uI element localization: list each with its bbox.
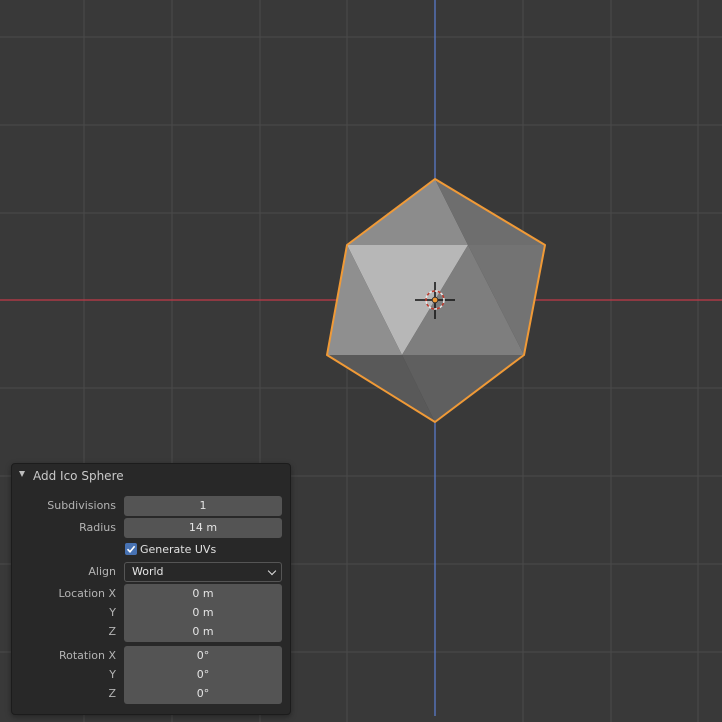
- rotation-z-field[interactable]: 0°: [124, 684, 282, 704]
- location-x-field[interactable]: 0 m: [124, 584, 282, 604]
- panel-title: Add Ico Sphere: [33, 469, 124, 483]
- align-dropdown[interactable]: World: [124, 562, 282, 582]
- align-value: World: [132, 565, 164, 578]
- rotation-y-label: Y: [109, 668, 116, 681]
- rotation-y-row: Y 0°: [12, 665, 290, 685]
- generate-uvs-label: Generate UVs: [140, 543, 217, 556]
- location-y-label: Y: [109, 606, 116, 619]
- rotation-x-label: Rotation X: [58, 649, 116, 662]
- generate-uvs-row: Generate UVs: [12, 540, 290, 560]
- subdivisions-field[interactable]: 1: [124, 496, 282, 516]
- rotation-x-row: Rotation X 0°: [12, 646, 290, 666]
- operator-panel-add-ico-sphere[interactable]: Add Ico Sphere Subdivisions 1 Radius 14 …: [11, 463, 291, 715]
- chevron-down-icon: [267, 566, 277, 576]
- radius-label: Radius: [79, 521, 116, 534]
- location-x-row: Location X 0 m: [12, 584, 290, 604]
- rotation-y-field[interactable]: 0°: [124, 665, 282, 685]
- rotation-z-label: Z: [108, 687, 116, 700]
- subdivisions-row: Subdivisions 1: [12, 496, 290, 516]
- align-row: Align World: [12, 562, 290, 582]
- subdivisions-label: Subdivisions: [47, 499, 116, 512]
- align-label: Align: [88, 565, 116, 578]
- panel-header[interactable]: Add Ico Sphere: [12, 464, 290, 490]
- rotation-x-field[interactable]: 0°: [124, 646, 282, 666]
- location-z-row: Z 0 m: [12, 622, 290, 642]
- location-y-field[interactable]: 0 m: [124, 603, 282, 623]
- radius-field[interactable]: 14 m: [124, 518, 282, 538]
- location-z-label: Z: [108, 625, 116, 638]
- checkmark-icon: [126, 545, 136, 554]
- generate-uvs-checkbox[interactable]: [125, 543, 137, 555]
- radius-row: Radius 14 m: [12, 518, 290, 538]
- location-y-row: Y 0 m: [12, 603, 290, 623]
- location-z-field[interactable]: 0 m: [124, 622, 282, 642]
- rotation-z-row: Z 0°: [12, 684, 290, 704]
- collapse-triangle-icon[interactable]: [19, 471, 25, 477]
- location-x-label: Location X: [58, 587, 116, 600]
